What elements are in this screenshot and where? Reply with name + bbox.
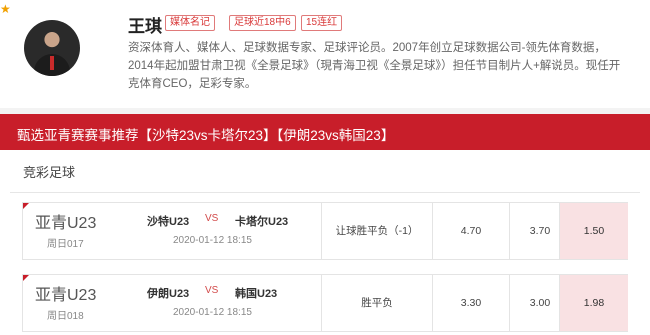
match-time: 2020-01-12 18:15	[173, 307, 252, 318]
odds-loss-selected[interactable]: 1.50	[559, 203, 628, 259]
expert-name[interactable]: 王琪	[128, 12, 162, 37]
article-title: 甄选亚青赛赛事推荐【沙特23vs卡塔尔23】【伊朗23vs韩国23】	[17, 128, 395, 143]
odds-win[interactable]: 3.30	[432, 275, 509, 331]
avatar[interactable]	[24, 20, 80, 76]
play-type: 让球胜平负（-1）	[321, 203, 432, 259]
page: ★ 王琪 媒体名记 足球近18中6 15连红 资深体育人、媒体人、足球数据专家、…	[0, 0, 650, 335]
corner-marker	[23, 275, 29, 281]
trophy-icon: ★	[0, 2, 11, 16]
section-divider	[10, 192, 640, 193]
away-team: 卡塔尔U23	[235, 216, 289, 228]
article-banner: 甄选亚青赛赛事推荐【沙特23vs卡塔尔23】【伊朗23vs韩国23】	[0, 114, 650, 150]
play-type: 胜平负	[321, 275, 432, 331]
badge-media: 媒体名记	[165, 15, 215, 31]
match-row[interactable]: 亚青U23 周日018 伊朗U23 VS 韩国U23 2020-01-12 18…	[22, 274, 628, 332]
avatar-tie	[50, 56, 54, 70]
vs-label: VS	[205, 285, 219, 296]
corner-marker	[23, 203, 29, 209]
section-title: 竞彩足球	[23, 165, 76, 180]
match-number: 周日017	[47, 239, 84, 250]
away-team: 韩国U23	[235, 288, 278, 300]
odds-loss-selected[interactable]: 1.98	[559, 275, 628, 331]
league-name: 亚青U23	[35, 287, 97, 304]
home-team: 沙特U23	[147, 216, 190, 228]
badge-streak: 15连红	[301, 15, 343, 31]
match-row[interactable]: 亚青U23 周日017 沙特U23 VS 卡塔尔U23 2020-01-12 1…	[22, 202, 628, 260]
match-time: 2020-01-12 18:15	[173, 235, 252, 246]
odds-win[interactable]: 4.70	[432, 203, 509, 259]
badge-record: 足球近18中6	[229, 15, 296, 31]
home-team: 伊朗U23	[147, 288, 190, 300]
expert-bio: 资深体育人、媒体人、足球数据专家、足球评论员。2007年创立足球数据公司-领先体…	[128, 42, 621, 90]
match-number: 周日018	[47, 311, 84, 322]
content-area: 竞彩足球 亚青U23 周日017 沙特U23 VS 卡塔尔U23 2020-01…	[0, 150, 650, 335]
vs-label: VS	[205, 213, 219, 224]
expert-card: ★ 王琪 媒体名记 足球近18中6 15连红 资深体育人、媒体人、足球数据专家、…	[0, 0, 650, 108]
league-name: 亚青U23	[35, 215, 97, 232]
